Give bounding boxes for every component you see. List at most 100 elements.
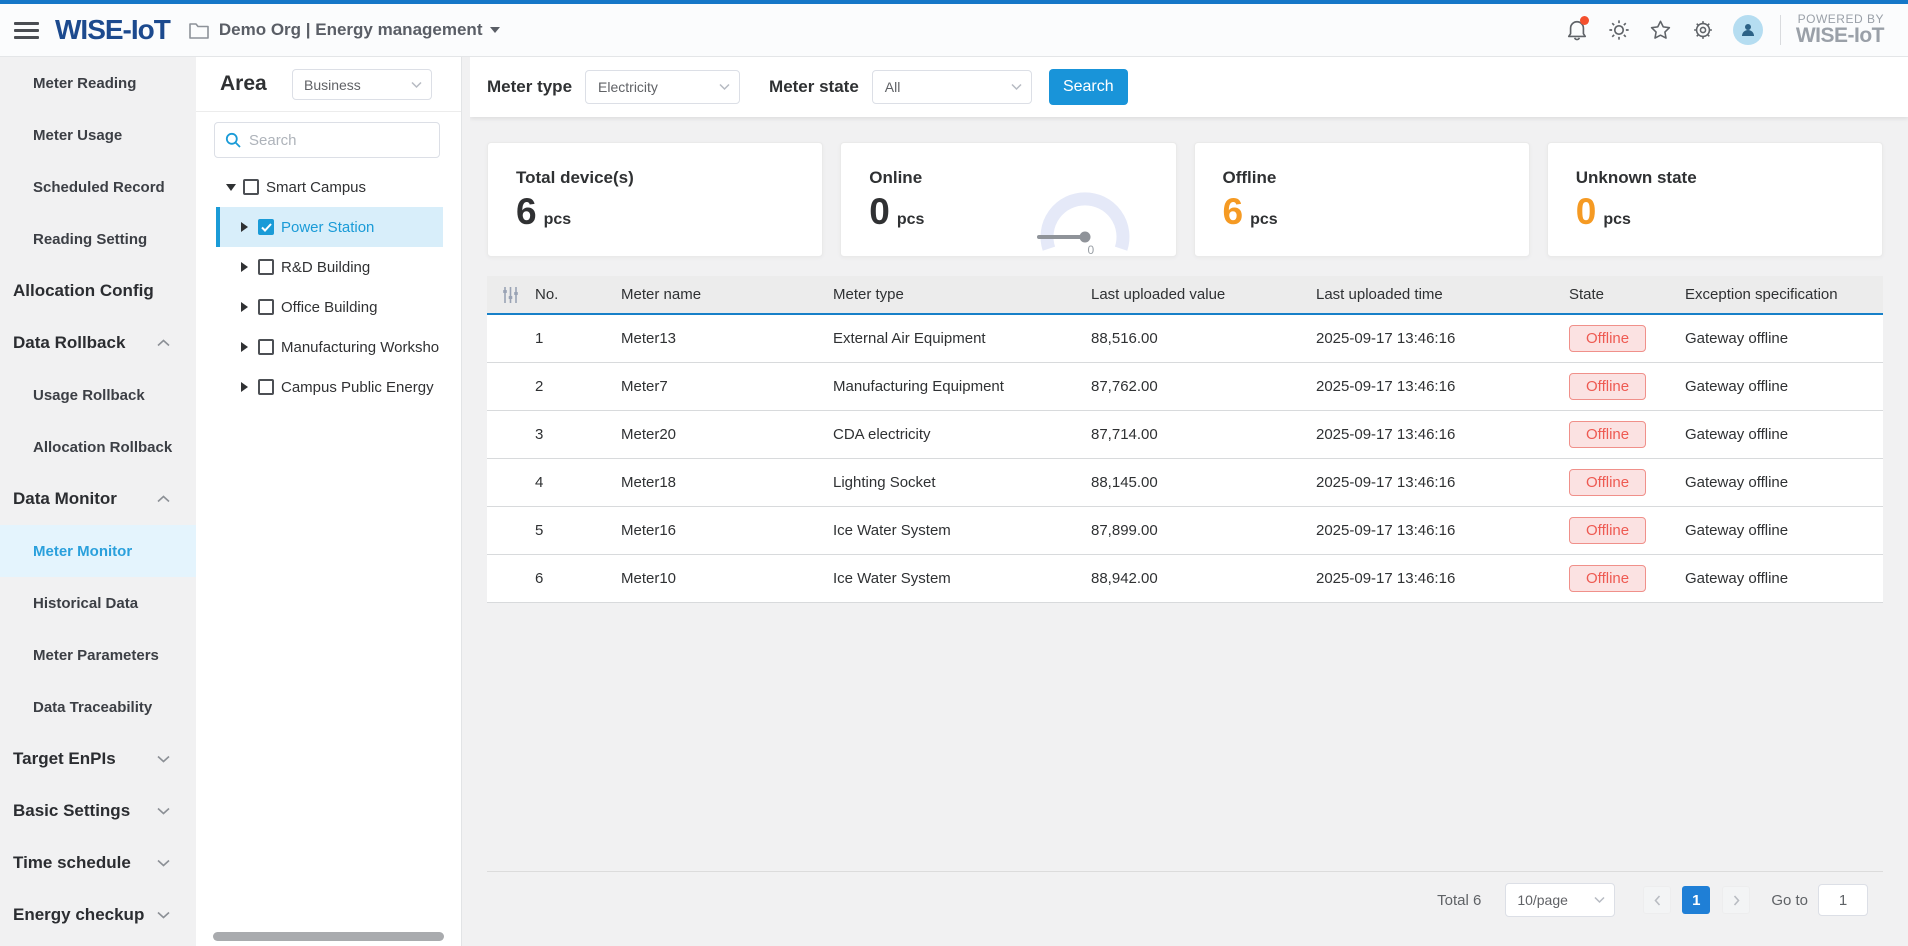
caret-right-icon[interactable] (241, 342, 253, 352)
state-badge: Offline (1569, 421, 1646, 448)
sidebar-item-time-schedule[interactable]: Time schedule (0, 837, 196, 889)
cell-exception: Gateway offline (1685, 522, 1883, 539)
table-row[interactable]: 5Meter16Ice Water System87,899.002025-09… (487, 507, 1883, 555)
meter-state-select-value: All (885, 79, 901, 95)
tree-item-power-station[interactable]: Power Station (216, 207, 443, 247)
sidebar-item-data-traceability[interactable]: Data Traceability (0, 681, 196, 733)
goto-page-input[interactable] (1818, 884, 1868, 916)
tree-item-r-d-building[interactable]: R&D Building (216, 247, 443, 287)
table-row[interactable]: 4Meter18Lighting Socket88,145.002025-09-… (487, 459, 1883, 507)
table-filter-icon[interactable] (487, 286, 533, 304)
tree-checkbox[interactable] (243, 179, 259, 195)
tree-search-input[interactable] (249, 132, 429, 149)
sidebar-item-meter-monitor[interactable]: Meter Monitor (0, 525, 196, 577)
sidebar-item-scheduled-record[interactable]: Scheduled Record (0, 161, 196, 213)
chevron-up-icon (157, 339, 170, 347)
page-next-button[interactable] (1722, 886, 1750, 914)
tree-checkbox[interactable] (258, 299, 274, 315)
stat-card-unit: pcs (544, 211, 572, 229)
org-selector[interactable]: Demo Org | Energy management (219, 20, 501, 40)
tree-item-office-building[interactable]: Office Building (216, 287, 443, 327)
sidebar-item-label: Reading Setting (33, 231, 147, 248)
sidebar-nav: Meter Reading Meter Usage Scheduled Record… (0, 57, 196, 946)
meter-state-label: Meter state (769, 77, 859, 97)
brightness-icon[interactable] (1606, 17, 1632, 43)
meter-type-label: Meter type (487, 77, 572, 97)
tree-checkbox[interactable] (258, 259, 274, 275)
cell-exception: Gateway offline (1685, 474, 1883, 491)
org-caret-icon (490, 27, 500, 33)
caret-right-icon[interactable] (241, 222, 253, 232)
meter-type-select[interactable]: Electricity (585, 70, 740, 104)
cell-time: 2025-09-17 13:46:16 (1316, 426, 1569, 443)
tree-checkbox[interactable] (258, 379, 274, 395)
sidebar-item-reading-setting[interactable]: Reading Setting (0, 213, 196, 265)
tree-checkbox[interactable] (258, 219, 274, 235)
caret-right-icon[interactable] (241, 382, 253, 392)
sidebar-item-data-rollback[interactable]: Data Rollback (0, 317, 196, 369)
sidebar-item-meter-reading[interactable]: Meter Reading (0, 57, 196, 109)
sidebar-item-label: Basic Settings (13, 801, 130, 821)
cell-time: 2025-09-17 13:46:16 (1316, 570, 1569, 587)
favorite-star-icon[interactable] (1648, 17, 1674, 43)
table-row[interactable]: 1Meter13External Air Equipment88,516.002… (487, 315, 1883, 363)
stat-card-label: Total device(s) (516, 168, 634, 188)
select-chevron-icon (411, 81, 422, 88)
page-number-button[interactable]: 1 (1682, 886, 1710, 914)
sidebar-item-data-monitor[interactable]: Data Monitor (0, 473, 196, 525)
caret-right-icon[interactable] (241, 302, 253, 312)
settings-gear-icon[interactable] (1690, 17, 1716, 43)
cell-value: 88,516.00 (1091, 330, 1316, 347)
tree-item-smart-campus[interactable]: Smart Campus (216, 167, 443, 207)
sidebar-item-usage-rollback[interactable]: Usage Rollback (0, 369, 196, 421)
stat-card-unit: pcs (897, 211, 925, 229)
user-avatar[interactable] (1733, 15, 1763, 45)
tree-item-manufacturing-worksho[interactable]: Manufacturing Worksho (216, 327, 443, 367)
table-row[interactable]: 2Meter7Manufacturing Equipment87,762.002… (487, 363, 1883, 411)
select-chevron-icon (719, 84, 730, 91)
cell-no: 3 (533, 426, 621, 443)
sidebar-item-label: Data Monitor (13, 489, 117, 509)
page-prev-button[interactable] (1643, 886, 1671, 914)
divider (1780, 15, 1781, 45)
cell-name: Meter10 (621, 570, 833, 587)
state-badge: Offline (1569, 565, 1646, 592)
table-row[interactable]: 3Meter20CDA electricity87,714.002025-09-… (487, 411, 1883, 459)
sidebar-item-basic-settings[interactable]: Basic Settings (0, 785, 196, 837)
sidebar-item-label: Usage Rollback (33, 387, 145, 404)
sidebar-item-meter-parameters[interactable]: Meter Parameters (0, 629, 196, 681)
sidebar-item-target-enpis[interactable]: Target EnPIs (0, 733, 196, 785)
sidebar-item-allocation-config[interactable]: Allocation Config (0, 265, 196, 317)
sidebar-item-meter-usage[interactable]: Meter Usage (0, 109, 196, 161)
caret-down-icon[interactable] (226, 184, 238, 191)
pagination: Total 6 10/page 1 Go to (470, 872, 1908, 928)
stat-card-label: Online (869, 168, 922, 188)
cell-state: Offline (1569, 469, 1685, 496)
sidebar-item-allocation-rollback[interactable]: Allocation Rollback (0, 421, 196, 473)
cell-time: 2025-09-17 13:46:16 (1316, 522, 1569, 539)
notification-bell-icon[interactable] (1564, 17, 1590, 43)
sidebar-item-label: Allocation Config (13, 281, 154, 301)
horizontal-scrollbar[interactable] (213, 932, 444, 941)
powered-by: POWERED BY WISE-IoT (1796, 13, 1884, 48)
table-row[interactable]: 6Meter10Ice Water System88,942.002025-09… (487, 555, 1883, 603)
cell-state: Offline (1569, 421, 1685, 448)
sidebar-item-label: Meter Monitor (33, 543, 132, 560)
goto-label: Go to (1771, 892, 1808, 909)
page-size-select[interactable]: 10/page (1505, 883, 1615, 917)
area-type-select-value: Business (304, 77, 361, 93)
tree-item-campus-public-energy[interactable]: Campus Public Energy (216, 367, 443, 407)
cell-value: 87,899.00 (1091, 522, 1316, 539)
meter-state-select[interactable]: All (872, 70, 1032, 104)
cell-type: CDA electricity (833, 426, 1091, 443)
hamburger-menu-icon[interactable] (14, 22, 39, 39)
meter-type-select-value: Electricity (598, 79, 658, 95)
stat-card-unit: pcs (1603, 211, 1631, 229)
caret-right-icon[interactable] (241, 262, 253, 272)
sidebar-item-label: Meter Usage (33, 127, 122, 144)
tree-checkbox[interactable] (258, 339, 274, 355)
area-type-select[interactable]: Business (292, 69, 432, 100)
sidebar-item-energy-checkup[interactable]: Energy checkup (0, 889, 196, 941)
search-button[interactable]: Search (1049, 69, 1128, 105)
sidebar-item-historical-data[interactable]: Historical Data (0, 577, 196, 629)
